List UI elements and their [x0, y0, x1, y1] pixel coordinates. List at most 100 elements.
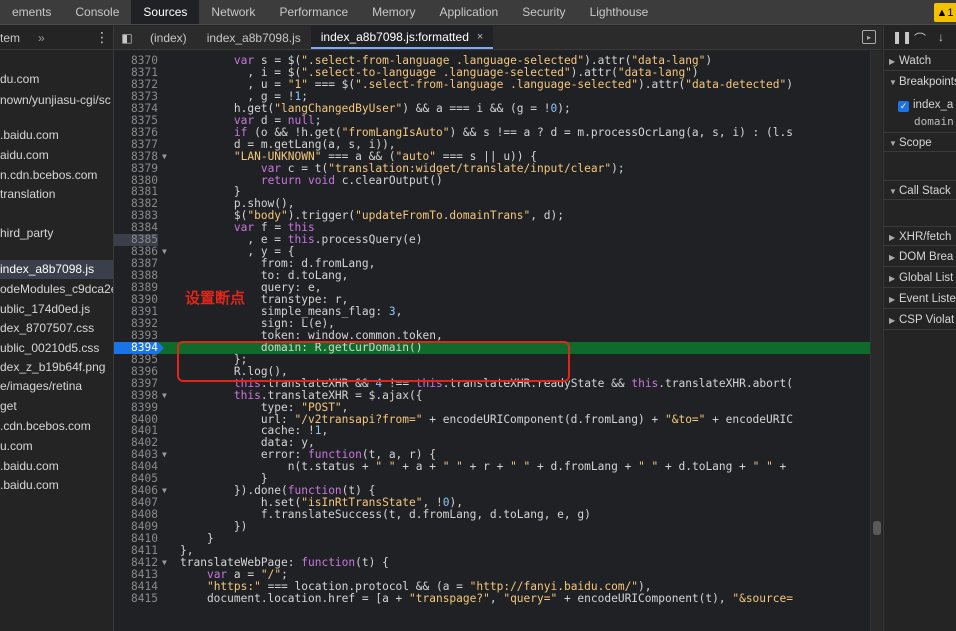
- tab-memory[interactable]: Memory: [360, 0, 427, 24]
- navigator-menu-icon[interactable]: ⋮: [95, 29, 109, 46]
- breakpoint-entry[interactable]: ✓ index_a: [898, 99, 956, 112]
- code-line[interactable]: 8398 ▼ this.translateXHR = $.ajax({: [114, 389, 870, 402]
- file-tree-item[interactable]: index_a8b7098.js: [0, 260, 113, 279]
- fold-toggle-icon[interactable]: ▼: [162, 557, 167, 569]
- line-number[interactable]: 8395: [114, 353, 158, 366]
- file-tree-item[interactable]: hird_party: [0, 224, 113, 243]
- tab-network[interactable]: Network: [199, 0, 267, 24]
- file-tree-item[interactable]: translation: [0, 185, 113, 204]
- line-number[interactable]: 8413: [114, 568, 158, 581]
- file-tree-item[interactable]: dex_8707507.css: [0, 319, 113, 338]
- line-number[interactable]: 8396: [114, 365, 158, 378]
- more-tabs-icon[interactable]: »: [38, 31, 45, 45]
- line-number[interactable]: 8376: [114, 126, 158, 139]
- tab-security[interactable]: Security: [510, 0, 577, 24]
- file-tree-item[interactable]: u.com: [0, 437, 113, 456]
- code-line[interactable]: 8376 if (o && !h.get("fromLangIsAuto") &…: [114, 126, 870, 139]
- section-call-stack[interactable]: ▼ Call Stack: [884, 180, 956, 200]
- code-line[interactable]: 8410 }: [114, 533, 870, 545]
- code-line[interactable]: 8372 , u = "1" === $(".select-from-langu…: [114, 78, 870, 91]
- fold-toggle-icon[interactable]: ▼: [162, 246, 167, 258]
- code-line[interactable]: 8374 h.get("langChangedByUser") && a ===…: [114, 102, 870, 115]
- section-global-listeners[interactable]: ▶ Global List: [884, 268, 956, 288]
- editor-tab-index-js[interactable]: index_a8b7098.js: [197, 26, 311, 49]
- line-number[interactable]: 8374: [114, 102, 158, 115]
- fold-toggle-icon[interactable]: ▼: [162, 390, 167, 402]
- section-dom-breakpoints[interactable]: ▶ DOM Brea: [884, 247, 956, 267]
- tab-console[interactable]: Console: [63, 0, 131, 24]
- code-line[interactable]: 8412 ▼ translateWebPage: function(t) {: [114, 556, 870, 569]
- code-line[interactable]: 8377 d = m.getLang(a, s, i)),: [114, 138, 870, 151]
- tab-lighthouse[interactable]: Lighthouse: [578, 0, 661, 24]
- close-tab-icon[interactable]: ×: [477, 31, 483, 43]
- line-number[interactable]: 8414: [114, 580, 158, 593]
- code-line[interactable]: 8379 var c = t("translation:widget/trans…: [114, 162, 870, 175]
- editor-tab-index[interactable]: (index): [140, 26, 197, 49]
- toggle-debugger-icon[interactable]: ▸: [862, 30, 876, 44]
- toggle-navigator-icon[interactable]: ◧: [114, 26, 140, 49]
- file-tree-item[interactable]: .cdn.bcebos.com: [0, 417, 113, 436]
- file-tree-item[interactable]: n.cdn.bcebos.com: [0, 166, 113, 185]
- code-line[interactable]: 8373 , g = !1;: [114, 90, 870, 103]
- code-line-paused[interactable]: 8394 domain: R.getCurDomain(): [114, 341, 870, 354]
- file-tree-item[interactable]: get: [0, 397, 113, 416]
- code-line[interactable]: 8395 };: [114, 353, 870, 366]
- line-number[interactable]: 8393: [114, 329, 158, 342]
- fold-toggle-icon[interactable]: ▼: [162, 485, 167, 497]
- code-line[interactable]: 8392 sign: L(e),: [114, 317, 870, 330]
- line-number[interactable]: 8375: [114, 114, 158, 127]
- line-number[interactable]: 8378: [114, 150, 158, 163]
- warning-count-badge[interactable]: ▲1: [934, 3, 956, 22]
- step-into-icon[interactable]: ↓: [938, 30, 944, 44]
- step-over-icon[interactable]: ⌒: [914, 30, 926, 47]
- tab-performance[interactable]: Performance: [267, 0, 360, 24]
- section-breakpoints[interactable]: ▼ Breakpoints: [884, 72, 956, 92]
- line-number[interactable]: 8377: [114, 138, 158, 151]
- file-tree-item[interactable]: .baidu.com: [0, 476, 113, 495]
- file-tree-item[interactable]: .baidu.com: [0, 457, 113, 476]
- file-tree-item[interactable]: aidu.com: [0, 146, 113, 165]
- code-line[interactable]: 8415 document.location.href = [a + "tran…: [114, 592, 870, 605]
- checkbox-checked-icon[interactable]: ✓: [898, 101, 909, 112]
- line-number[interactable]: 8412: [114, 556, 158, 569]
- code-line[interactable]: 8399 type: "POST",: [114, 401, 870, 414]
- line-number[interactable]: 8379: [114, 162, 158, 175]
- file-tree-item[interactable]: nown/yunjiasu-cgi/sc: [0, 91, 113, 110]
- breakpoint-marker[interactable]: 8394: [114, 341, 164, 354]
- line-number[interactable]: 8398: [114, 389, 158, 402]
- code-line[interactable]: 8375 var d = null;: [114, 114, 870, 127]
- line-number[interactable]: 8392: [114, 317, 158, 330]
- line-number[interactable]: 8399: [114, 401, 158, 414]
- section-csp-violations[interactable]: ▶ CSP Violat: [884, 310, 956, 330]
- code-line[interactable]: 8409 }): [114, 521, 870, 533]
- editor-tab-formatted[interactable]: index_a8b7098.js:formatted ×: [310, 26, 494, 49]
- tab-application[interactable]: Application: [427, 0, 510, 24]
- section-watch[interactable]: ▶ Watch: [884, 51, 956, 71]
- line-number[interactable]: 8415: [114, 592, 158, 605]
- code-line[interactable]: 8393 token: window.common.token,: [114, 329, 870, 342]
- line-number[interactable]: 8372: [114, 78, 158, 91]
- section-xhr-fetch[interactable]: ▶ XHR/fetch: [884, 226, 956, 246]
- tab-elements[interactable]: ements: [0, 0, 63, 24]
- section-event-listeners[interactable]: ▶ Event Liste: [884, 289, 956, 309]
- editor-scrollbar[interactable]: [870, 51, 882, 631]
- code-line[interactable]: 8396 R.log(),: [114, 365, 870, 378]
- file-tree-item[interactable]: ublic_00210d5.css: [0, 339, 113, 358]
- tab-sources[interactable]: Sources: [131, 0, 200, 24]
- section-scope[interactable]: ▼ Scope: [884, 132, 956, 152]
- file-tree-item[interactable]: odeModules_c9dca2e: [0, 280, 113, 299]
- scrollbar-thumb[interactable]: [873, 521, 881, 535]
- line-number[interactable]: 8373: [114, 90, 158, 103]
- pause-icon[interactable]: ❚❚: [892, 30, 912, 44]
- line-number[interactable]: 8397: [114, 377, 158, 390]
- file-tree-item[interactable]: dex_z_b19b64f.png: [0, 358, 113, 377]
- code-editor[interactable]: 8370 var s = $(".select-from-language .l…: [114, 51, 870, 631]
- file-tree-item[interactable]: du.com: [0, 70, 113, 89]
- navigator-tab-label[interactable]: tem: [0, 31, 20, 45]
- fold-toggle-icon[interactable]: ▼: [162, 151, 167, 163]
- fold-toggle-icon[interactable]: ▼: [162, 449, 167, 461]
- file-tree-item[interactable]: e/images/retina: [0, 377, 113, 396]
- file-tree-item[interactable]: ublic_174d0ed.js: [0, 300, 113, 319]
- file-tree-item[interactable]: .baidu.com: [0, 126, 113, 145]
- code-line[interactable]: 8397 this.translateXHR && 4 !== this.tra…: [114, 377, 870, 390]
